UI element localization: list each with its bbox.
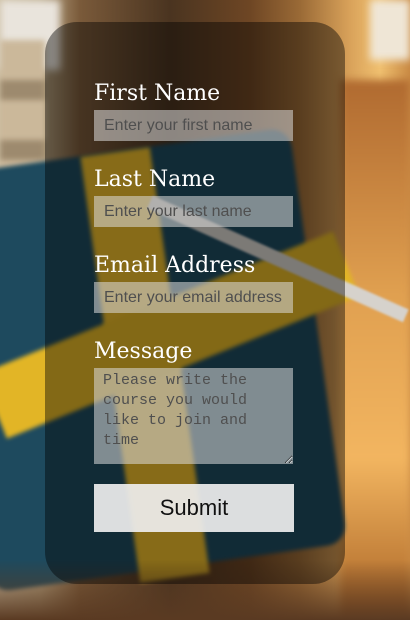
last-name-input[interactable]: [94, 196, 293, 227]
message-label: Message: [94, 339, 193, 364]
submit-button[interactable]: Submit: [94, 484, 294, 532]
first-name-label: First Name: [94, 81, 221, 106]
email-input[interactable]: [94, 282, 293, 313]
background-building-right: [340, 80, 410, 620]
last-name-label: Last Name: [94, 167, 216, 192]
first-name-input[interactable]: [94, 110, 293, 141]
message-textarea[interactable]: [94, 368, 293, 464]
background-sky-right: [370, 0, 410, 60]
email-label: Email Address: [94, 253, 256, 278]
